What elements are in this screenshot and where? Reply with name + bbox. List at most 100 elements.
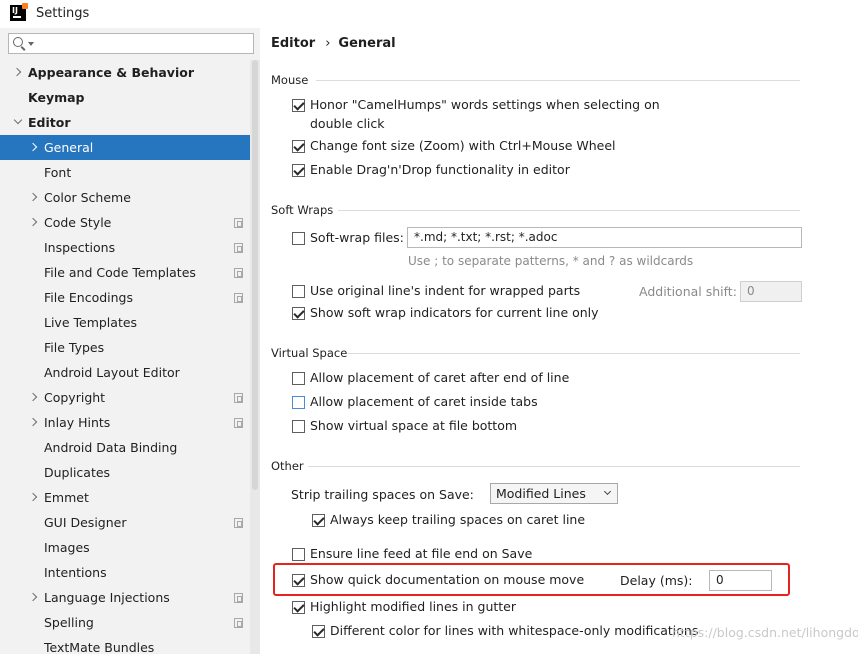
keep-trailing-checkbox[interactable] [312, 514, 325, 527]
highlight-modified-checkbox[interactable] [292, 601, 305, 614]
camelhumps-checkbox[interactable] [292, 99, 305, 112]
sidebar-item-emmet[interactable]: Emmet [0, 485, 250, 510]
indent-checkbox[interactable] [292, 285, 305, 298]
sidebar-item-file-encodings[interactable]: File Encodings [0, 285, 250, 310]
delay-input[interactable]: 0 [709, 570, 772, 591]
sidebar-item-label: Android Layout Editor [44, 365, 180, 380]
sidebar-item-android-data-binding[interactable]: Android Data Binding [0, 435, 250, 460]
sidebar-item-inlay-hints[interactable]: Inlay Hints [0, 410, 250, 435]
sidebar-item-live-templates[interactable]: Live Templates [0, 310, 250, 335]
wrap-indicators-checkbox[interactable] [292, 307, 305, 320]
breadcrumb: Editor › General [271, 36, 396, 51]
project-scope-icon [234, 243, 243, 253]
sidebar-item-gui-designer[interactable]: GUI Designer [0, 510, 250, 535]
sidebar-item-label: Images [44, 540, 90, 555]
sidebar-item-label: Spelling [44, 615, 94, 630]
chevron-down-icon[interactable] [13, 115, 23, 125]
sidebar-item-inspections[interactable]: Inspections [0, 235, 250, 260]
title-bar: IJ Settings [0, 0, 858, 28]
strip-trailing-select[interactable]: Modified Lines [490, 483, 618, 504]
sidebar-item-general[interactable]: General [0, 135, 250, 160]
sidebar-item-file-types[interactable]: File Types [0, 335, 250, 360]
different-color-checkbox[interactable] [312, 625, 325, 638]
sidebar-item-label: Emmet [44, 490, 89, 505]
virtual-space-bottom-checkbox[interactable] [292, 420, 305, 433]
sidebar-item-language-injections[interactable]: Language Injections [0, 585, 250, 610]
camelhumps-label-line2: double click [310, 116, 385, 131]
chevron-right-icon[interactable] [28, 192, 38, 202]
intellij-app-icon: IJ [10, 3, 28, 21]
virtual-space-bottom-label: Show virtual space at file bottom [310, 418, 518, 433]
strip-trailing-value: Modified Lines [496, 486, 586, 501]
sidebar-item-label: Font [44, 165, 72, 180]
additional-shift-label: Additional shift: [639, 284, 737, 299]
project-scope-icon [234, 418, 243, 428]
section-divider [348, 353, 800, 354]
sidebar-item-label: Inlay Hints [44, 415, 111, 430]
breadcrumb-current: General [338, 36, 396, 51]
sidebar-item-android-layout-editor[interactable]: Android Layout Editor [0, 360, 250, 385]
watermark-text: https://blog.csdn.net/lihongdou [672, 625, 858, 640]
sidebar-item-label: File Encodings [44, 290, 134, 305]
sidebar-item-textmate-bundles[interactable]: TextMate Bundles [0, 635, 250, 660]
line-feed-checkbox[interactable] [292, 548, 305, 561]
chevron-right-icon[interactable] [28, 492, 38, 502]
strip-trailing-label: Strip trailing spaces on Save: [291, 487, 474, 502]
additional-shift-input[interactable]: 0 [740, 281, 802, 302]
sidebar-item-label: File and Code Templates [44, 265, 196, 280]
dragdrop-label: Enable Drag'n'Drop functionality in edit… [310, 162, 570, 177]
sidebar-item-images[interactable]: Images [0, 535, 250, 560]
chevron-right-icon[interactable] [12, 67, 22, 77]
sidebar-item-file-code-templates[interactable]: File and Code Templates [0, 260, 250, 285]
softwrap-files-checkbox[interactable] [292, 232, 305, 245]
search-dropdown-icon[interactable] [28, 42, 34, 46]
chevron-right-icon[interactable] [28, 392, 38, 402]
sidebar-item-label: GUI Designer [44, 515, 127, 530]
chevron-right-icon[interactable] [28, 417, 38, 427]
caret-after-end-label: Allow placement of caret after end of li… [310, 370, 570, 385]
zoom-label: Change font size (Zoom) with Ctrl+Mouse … [310, 138, 616, 153]
indent-label: Use original line's indent for wrapped p… [310, 283, 581, 298]
sidebar-item-label: Color Scheme [44, 190, 131, 205]
settings-search-input[interactable] [8, 33, 254, 54]
delay-label: Delay (ms): [620, 573, 693, 588]
sidebar-item-label: Keymap [28, 90, 85, 105]
chevron-right-icon[interactable] [28, 142, 38, 152]
section-virtualspace-title: Virtual Space [271, 346, 348, 360]
sidebar-item-spelling[interactable]: Spelling [0, 610, 250, 635]
sidebar-item-appearance-behavior[interactable]: Appearance & Behavior [0, 60, 250, 85]
sidebar-scrollbar[interactable] [250, 60, 260, 654]
sidebar-item-font[interactable]: Font [0, 160, 250, 185]
sidebar-item-duplicates[interactable]: Duplicates [0, 460, 250, 485]
project-scope-icon [234, 293, 243, 303]
quick-doc-checkbox[interactable] [292, 574, 305, 587]
sidebar-item-keymap[interactable]: Keymap [0, 85, 250, 110]
settings-tree: Appearance & Behavior Keymap Editor Gene… [0, 60, 250, 660]
sidebar-item-label: Code Style [44, 215, 112, 230]
chevron-right-icon[interactable] [28, 592, 38, 602]
sidebar-item-label: Duplicates [44, 465, 111, 480]
chevron-right-icon[interactable] [28, 217, 38, 227]
sidebar-item-copyright[interactable]: Copyright [0, 385, 250, 410]
sidebar-item-intentions[interactable]: Intentions [0, 560, 250, 585]
sidebar-item-label: General [44, 140, 94, 155]
sidebar-item-label: Inspections [44, 240, 116, 255]
sidebar-scrollbar-thumb[interactable] [252, 60, 258, 490]
chevron-down-icon [603, 487, 612, 496]
line-feed-label: Ensure line feed at file end on Save [310, 546, 533, 561]
caret-inside-tabs-checkbox[interactable] [292, 396, 305, 409]
softwrap-files-input[interactable]: *.md; *.txt; *.rst; *.adoc [407, 227, 802, 248]
sidebar-item-editor[interactable]: Editor [0, 110, 250, 135]
project-scope-icon [234, 218, 243, 228]
dragdrop-checkbox[interactable] [292, 164, 305, 177]
sidebar-item-label: Intentions [44, 565, 107, 580]
sidebar-item-code-style[interactable]: Code Style [0, 210, 250, 235]
sidebar-item-color-scheme[interactable]: Color Scheme [0, 185, 250, 210]
caret-after-end-checkbox[interactable] [292, 372, 305, 385]
project-scope-icon [234, 518, 243, 528]
sidebar-item-label: Language Injections [44, 590, 170, 605]
breadcrumb-separator: › [325, 36, 331, 51]
zoom-checkbox[interactable] [292, 140, 305, 153]
breadcrumb-parent[interactable]: Editor [271, 36, 315, 51]
softwrap-files-hint: Use ; to separate patterns, * and ? as w… [408, 254, 694, 268]
